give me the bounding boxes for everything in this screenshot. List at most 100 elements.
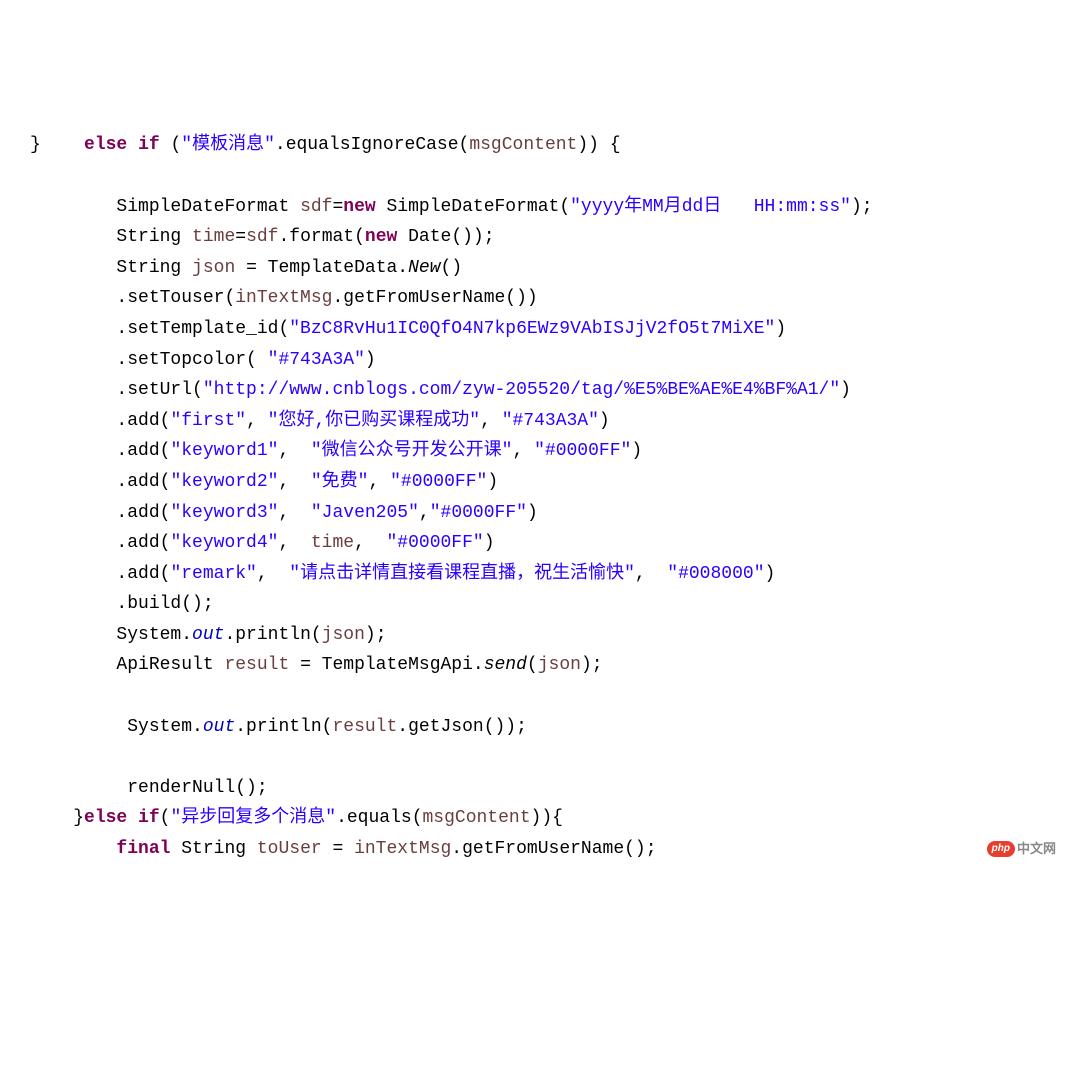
identifier: msgContent — [469, 135, 577, 155]
code-block: } else if ("模板消息".equalsIgnoreCase(msgCo… — [0, 122, 1074, 872]
method-call: .add( — [116, 503, 170, 523]
keyword-new: new — [343, 197, 375, 217]
paren: ) — [631, 441, 642, 461]
keyword-final: final — [116, 839, 170, 859]
method-call: .format( — [278, 227, 364, 247]
watermark-logo: php 中文网 — [983, 836, 1060, 862]
semicolon: ); — [581, 655, 603, 675]
string-literal: "#743A3A" — [268, 350, 365, 370]
string-literal: "keyword3" — [170, 503, 278, 523]
type: Date()); — [397, 227, 494, 247]
paren: ( — [160, 135, 182, 155]
method-call: .setTopcolor( — [116, 350, 267, 370]
class: System. — [127, 717, 203, 737]
keyword-if: if — [138, 135, 160, 155]
comma: , — [278, 503, 310, 523]
string-literal: "yyyy年MM月dd日 HH:mm:ss" — [570, 197, 851, 217]
string-literal: "BzC8RvHu1IC0QfO4N7kp6EWz9VAbISJjV2fO5t7… — [289, 319, 775, 339]
method-call: .getFromUserName()) — [332, 288, 537, 308]
method-call: .add( — [116, 533, 170, 553]
operator: = — [235, 227, 246, 247]
method-call: .setTemplate_id( — [116, 319, 289, 339]
string-literal: "免费" — [311, 472, 369, 492]
comma: , — [354, 533, 386, 553]
line-3: SimpleDateFormat sdf=new SimpleDateForma… — [30, 197, 873, 217]
comma: , — [257, 564, 289, 584]
line-18: ApiResult result = TemplateMsgApi.send(j… — [30, 655, 603, 675]
method-call: .getFromUserName(); — [451, 839, 656, 859]
comma: , — [278, 472, 310, 492]
operator: = — [322, 839, 354, 859]
semicolon: ); — [365, 625, 387, 645]
paren: ) — [775, 319, 786, 339]
line-14: .add("keyword4", time, "#0000FF") — [30, 533, 495, 553]
method-call: .equals( — [336, 808, 422, 828]
identifier: sdf — [300, 197, 332, 217]
keyword-else: else — [84, 808, 127, 828]
method-call: renderNull(); — [127, 778, 267, 798]
line-5: String json = TemplateData.New() — [30, 258, 462, 278]
identifier: inTextMsg — [235, 288, 332, 308]
identifier: json — [322, 625, 365, 645]
string-literal: "#008000" — [667, 564, 764, 584]
line-4: String time=sdf.format(new Date()); — [30, 227, 495, 247]
identifier: time — [311, 533, 354, 553]
operator: = — [289, 655, 321, 675]
method-call: .println( — [224, 625, 321, 645]
string-literal: "微信公众号开发公开课" — [311, 441, 513, 461]
string-literal: "请点击详情直接看课程直播，祝生活愉快" — [289, 564, 635, 584]
comma: , — [368, 472, 390, 492]
class: TemplateData. — [268, 258, 408, 278]
string-literal: "http://www.cnblogs.com/zyw-205520/tag/%… — [203, 380, 840, 400]
identifier: inTextMsg — [354, 839, 451, 859]
brace: )) { — [577, 135, 620, 155]
class: TemplateMsgApi. — [322, 655, 484, 675]
method-call: .equalsIgnoreCase( — [275, 135, 469, 155]
comma: , — [246, 411, 268, 431]
method-call: .setUrl( — [116, 380, 202, 400]
paren: ) — [484, 533, 495, 553]
keyword-if: if — [127, 808, 159, 828]
static-method: send — [484, 655, 527, 675]
identifier: result — [332, 717, 397, 737]
paren: ( — [527, 655, 538, 675]
operator: = — [235, 258, 267, 278]
paren: ) — [765, 564, 776, 584]
paren: ) — [599, 411, 610, 431]
string-literal: "Javen205" — [311, 503, 419, 523]
paren: ) — [527, 503, 538, 523]
identifier: msgContent — [423, 808, 531, 828]
type: SimpleDateFormat — [116, 197, 300, 217]
operator: = — [332, 197, 343, 217]
paren: () — [441, 258, 463, 278]
logo-text: 中文网 — [1017, 838, 1056, 860]
method-call: .add( — [116, 441, 170, 461]
string-literal: "您好,你已购买课程成功" — [268, 411, 480, 431]
string-literal: "#0000FF" — [390, 472, 487, 492]
static-field: out — [192, 625, 224, 645]
line-1: } else if ("模板消息".equalsIgnoreCase(msgCo… — [30, 135, 621, 155]
paren: ( — [160, 808, 171, 828]
keyword-else: else — [84, 135, 127, 155]
type: SimpleDateFormat( — [376, 197, 570, 217]
line-20: System.out.println(result.getJson()); — [30, 717, 527, 737]
string-literal: "#0000FF" — [387, 533, 484, 553]
comma: , — [419, 503, 430, 523]
method-call: .add( — [116, 411, 170, 431]
line-11: .add("keyword1", "微信公众号开发公开课", "#0000FF"… — [30, 441, 642, 461]
type: String — [116, 227, 192, 247]
brace: )){ — [531, 808, 563, 828]
string-literal: "first" — [170, 411, 246, 431]
method-call: .println( — [235, 717, 332, 737]
paren: ) — [840, 380, 851, 400]
static-field: out — [203, 717, 235, 737]
identifier: json — [538, 655, 581, 675]
string-literal: "keyword1" — [170, 441, 278, 461]
paren: ) — [487, 472, 498, 492]
line-23: }else if("异步回复多个消息".equals(msgContent)){ — [30, 808, 563, 828]
static-method: New — [408, 258, 440, 278]
comma: , — [278, 441, 310, 461]
line-22: renderNull(); — [30, 778, 268, 798]
php-badge-icon: php — [987, 841, 1015, 857]
string-literal: "异步回复多个消息" — [170, 808, 336, 828]
